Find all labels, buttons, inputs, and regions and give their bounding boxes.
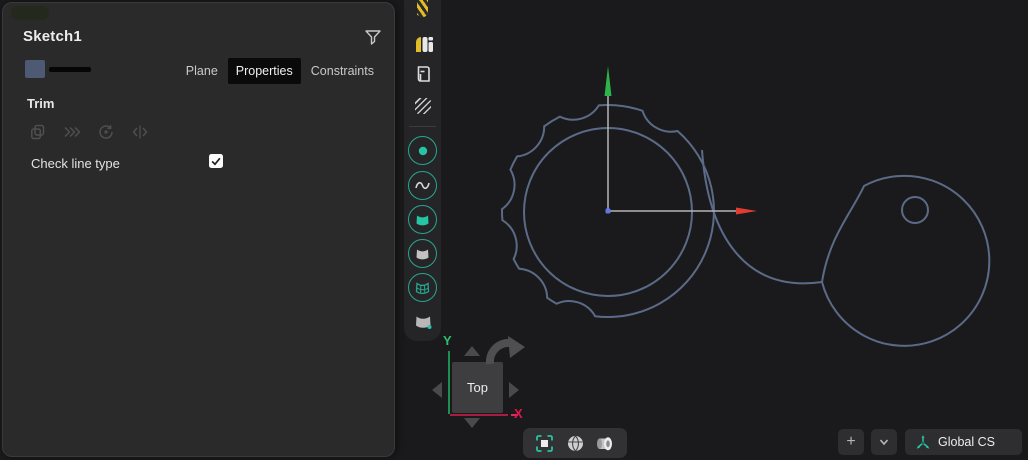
orbit-left-arrow[interactable] (432, 382, 442, 398)
sketch-properties-panel: Sketch1 Plane Properties Constraints Tri… (2, 2, 395, 457)
viewcube-y-axis-line (448, 351, 450, 414)
funnel-icon (363, 27, 383, 47)
axis-y-label: Y (443, 333, 452, 348)
orbit-up-arrow[interactable] (464, 346, 480, 356)
drill-bit-graphic (417, 0, 428, 18)
copy-button[interactable] (29, 123, 47, 141)
surface-tool-icon[interactable] (408, 239, 437, 268)
color-swatch[interactable] (25, 60, 45, 78)
surface-graphic (414, 245, 431, 262)
cylinder-icon (596, 434, 616, 453)
spline-graphic (414, 177, 431, 194)
shaded-view-button[interactable] (565, 433, 585, 453)
mill-tool-graphic (412, 34, 434, 54)
patch-point-tool-icon[interactable] (404, 311, 441, 333)
patch-point-graphic (412, 311, 434, 333)
redo-button[interactable] (97, 123, 115, 141)
add-coordinate-system-button[interactable]: + (838, 429, 864, 455)
tab-constraints[interactable]: Constraints (303, 58, 382, 84)
hatch-graphic (415, 98, 431, 114)
sphere-icon (566, 434, 585, 453)
plus-label: + (846, 433, 855, 451)
checkmark-icon (210, 155, 222, 167)
sidebar-divider (409, 126, 436, 127)
trim-toolbar (29, 123, 149, 141)
point-graphic (415, 143, 431, 159)
orbit-down-arrow[interactable] (464, 418, 480, 428)
frame-select-button[interactable] (534, 433, 554, 453)
filter-button[interactable] (363, 27, 385, 49)
split-button[interactable] (131, 123, 149, 141)
expand-cs-list-button[interactable] (871, 429, 897, 455)
panel-tabs: Plane Properties Constraints (178, 58, 382, 84)
tab-properties[interactable]: Properties (228, 58, 301, 84)
plane-sketch-graphic (413, 64, 433, 84)
point-tool-icon[interactable] (408, 136, 437, 165)
frame-select-icon (535, 434, 554, 453)
redo-icon (97, 123, 115, 141)
drill-tool-icon[interactable] (404, 0, 441, 18)
grid-surface-graphic (414, 279, 431, 296)
tab-plane[interactable]: Plane (178, 58, 226, 84)
viewcube-x-axis-line (450, 414, 508, 416)
check-line-type-checkbox[interactable] (209, 154, 223, 168)
orbit-right-arrow[interactable] (509, 382, 519, 398)
cylinder-view-button[interactable] (596, 433, 616, 453)
rotate-view-arrow[interactable] (484, 334, 530, 377)
global-cs-button[interactable]: Global CS (905, 429, 1022, 455)
face-graphic (414, 211, 431, 228)
global-cs-label: Global CS (938, 435, 995, 449)
rotate-arrow-icon (484, 334, 530, 372)
checkbox-label: Check line type (31, 156, 120, 171)
split-icon (131, 123, 149, 141)
copy-icon (29, 123, 47, 141)
grid-surface-tool-icon[interactable] (408, 273, 437, 302)
mill-tool-icon[interactable] (404, 34, 441, 54)
line-style-preview[interactable] (49, 67, 91, 72)
display-toolbar (523, 428, 627, 458)
spline-tool-icon[interactable] (408, 171, 437, 200)
panel-tab-handle[interactable] (11, 6, 49, 20)
plane-sketch-icon[interactable] (404, 64, 441, 84)
repeat-button[interactable] (63, 123, 81, 141)
tool-sidebar (404, 0, 441, 341)
panel-title: Sketch1 (23, 28, 82, 45)
section-title-trim: Trim (27, 96, 54, 111)
axis-x-label: X (514, 406, 523, 421)
coordinate-system-icon (915, 434, 931, 450)
face-tool-icon[interactable] (408, 205, 437, 234)
viewcube-navigator: Y X Top (425, 330, 540, 440)
chevron-down-icon (877, 435, 891, 449)
hatch-icon[interactable] (404, 98, 441, 114)
repeat-icon (63, 123, 81, 141)
